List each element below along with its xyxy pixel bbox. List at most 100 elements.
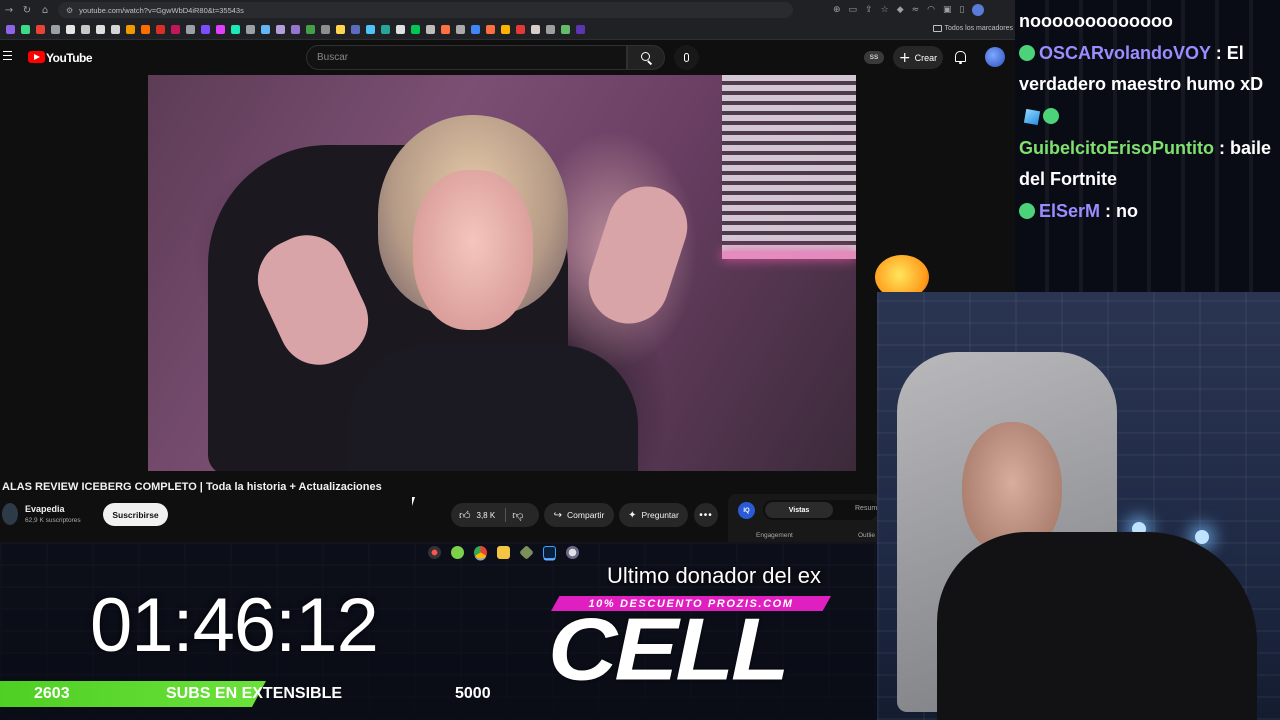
bookmark-icon[interactable] <box>126 25 135 34</box>
bookmark-icon[interactable] <box>381 25 390 34</box>
bookmark-icon[interactable] <box>321 25 330 34</box>
bookmark-icon[interactable] <box>186 25 195 34</box>
video-player[interactable] <box>148 75 856 471</box>
share-button[interactable]: ↪ Compartir <box>544 503 614 527</box>
bookmark-icon[interactable] <box>576 25 585 34</box>
bookmark-icon[interactable] <box>336 25 345 34</box>
streamer-body <box>937 532 1257 720</box>
bookmark-icon[interactable] <box>456 25 465 34</box>
create-label: Crear <box>914 52 938 63</box>
bookmark-icon[interactable] <box>351 25 360 34</box>
wave-icon[interactable]: ≈ <box>912 5 920 15</box>
menu-icon[interactable] <box>3 51 12 60</box>
bookmark-icon[interactable] <box>426 25 435 34</box>
tab-vistas[interactable]: Vistas <box>765 502 833 518</box>
share-label: Compartir <box>567 510 605 520</box>
share-page-icon[interactable]: ⇪ <box>865 5 873 15</box>
person-body <box>348 345 638 471</box>
forward-icon[interactable]: → <box>0 1 18 19</box>
voice-search-button[interactable] <box>674 45 699 70</box>
bookmark-icon[interactable] <box>546 25 555 34</box>
cast-icon[interactable]: ▭ <box>849 5 858 15</box>
bookmark-icon[interactable] <box>81 25 90 34</box>
tiktok-bookmark-icon[interactable] <box>66 25 75 34</box>
ss-extension-badge[interactable]: SS <box>864 51 884 64</box>
bookmark-icon[interactable] <box>111 25 120 34</box>
zoom-icon[interactable]: ⊕ <box>833 5 841 15</box>
channel-avatar[interactable] <box>2 503 18 525</box>
bookmark-icon[interactable] <box>306 25 315 34</box>
bookmark-icon[interactable] <box>516 25 525 34</box>
file-explorer-icon[interactable] <box>497 545 510 559</box>
tab-resumen[interactable]: Resum <box>855 505 877 512</box>
chat-username[interactable]: ElSerM <box>1039 201 1100 221</box>
record-app-icon[interactable] <box>428 545 441 559</box>
bookmark-icon[interactable] <box>141 25 150 34</box>
ask-button[interactable]: ✦ Preguntar <box>619 503 688 527</box>
wifi-icon[interactable]: ◠ <box>927 5 935 15</box>
bookmark-icon[interactable] <box>201 25 210 34</box>
channel-name[interactable]: Evapedia <box>25 504 65 514</box>
stream-chat: nooooooooooooo OSCARvolandoVOY : El verd… <box>1015 0 1280 292</box>
last-donor-name: CELL <box>548 600 790 699</box>
bookmark-icon[interactable] <box>501 25 510 34</box>
more-actions-button[interactable]: ••• <box>694 503 718 527</box>
extension-icon[interactable]: ◆ <box>897 5 904 15</box>
app-icon[interactable] <box>519 544 534 560</box>
bookmark-icon[interactable] <box>276 25 285 34</box>
chat-username[interactable]: GuibelcitoErisoPuntito <box>1019 138 1214 158</box>
sidebar-icon[interactable]: ▯ <box>960 5 965 15</box>
extensions-puzzle-icon[interactable]: ▣ <box>943 5 952 15</box>
create-button[interactable]: + Crear <box>893 46 943 69</box>
bookmark-icon[interactable] <box>561 25 570 34</box>
bookmark-icon[interactable] <box>396 25 405 34</box>
outlier-label: Outlie <box>858 532 875 539</box>
bookmark-icon[interactable] <box>231 25 240 34</box>
bookmark-icon[interactable] <box>171 25 180 34</box>
notifications-bell-icon[interactable] <box>955 51 966 64</box>
home-icon[interactable]: ⌂ <box>36 1 54 19</box>
bookmark-icon[interactable] <box>291 25 300 34</box>
instagram-bookmark-icon[interactable] <box>216 25 225 34</box>
bookmark-icon[interactable] <box>486 25 495 34</box>
bookmark-icon[interactable] <box>366 25 375 34</box>
chrome-taskbar-icon[interactable] <box>474 545 487 559</box>
bookmark-icon[interactable] <box>411 25 420 34</box>
youtube-wordmark[interactable]: YouTube <box>46 51 93 65</box>
account-avatar[interactable] <box>985 47 1005 67</box>
chat-message: GuibelcitoErisoPuntito : baile del Fortn… <box>1019 101 1276 196</box>
site-settings-icon[interactable]: ⚙ <box>66 6 73 15</box>
search-button[interactable] <box>627 45 665 70</box>
app-icon[interactable] <box>566 545 579 559</box>
bookmark-icon[interactable] <box>156 25 165 34</box>
thumbs-down-icon[interactable]: 👎︎ <box>512 509 523 522</box>
address-bar[interactable]: ⚙ youtube.com/watch?v=GgwWbD4iR80&t=3554… <box>58 2 793 18</box>
person-face <box>413 170 533 330</box>
search-input[interactable] <box>306 45 627 70</box>
bookmark-icon[interactable] <box>21 25 30 34</box>
bookmark-icon[interactable] <box>6 25 15 34</box>
browser-profile-avatar[interactable] <box>972 4 985 16</box>
bookmark-icon[interactable] <box>531 25 540 34</box>
bookmark-icon[interactable] <box>246 25 255 34</box>
photoshop-icon[interactable] <box>543 545 556 559</box>
bookmark-icon[interactable] <box>96 25 105 34</box>
bookmark-star-icon[interactable]: ☆ <box>881 5 889 15</box>
iq-badge[interactable]: IQ <box>738 502 755 519</box>
search-icon <box>640 52 652 63</box>
chat-username[interactable]: OSCARvolandoVOY <box>1039 43 1211 63</box>
subscribe-button[interactable]: Suscribirse <box>103 503 168 526</box>
bookmark-icon[interactable] <box>441 25 450 34</box>
bookmark-icon[interactable] <box>261 25 270 34</box>
app-icon[interactable] <box>451 545 464 559</box>
all-bookmarks-folder[interactable]: Todos los marcadores <box>932 25 1013 32</box>
thumbs-up-icon[interactable]: 👍︎ <box>459 509 471 522</box>
x-bookmark-icon[interactable] <box>51 25 60 34</box>
chat-message-text: nooooooooooooo <box>1019 11 1173 31</box>
gmail-bookmark-icon[interactable] <box>36 25 45 34</box>
like-count[interactable]: 3,8 K <box>477 511 496 520</box>
reload-icon[interactable]: ↻ <box>18 1 36 19</box>
bookmark-icon[interactable] <box>471 25 480 34</box>
youtube-logo-icon[interactable] <box>28 51 45 63</box>
subscriber-badge-icon <box>1043 108 1059 125</box>
